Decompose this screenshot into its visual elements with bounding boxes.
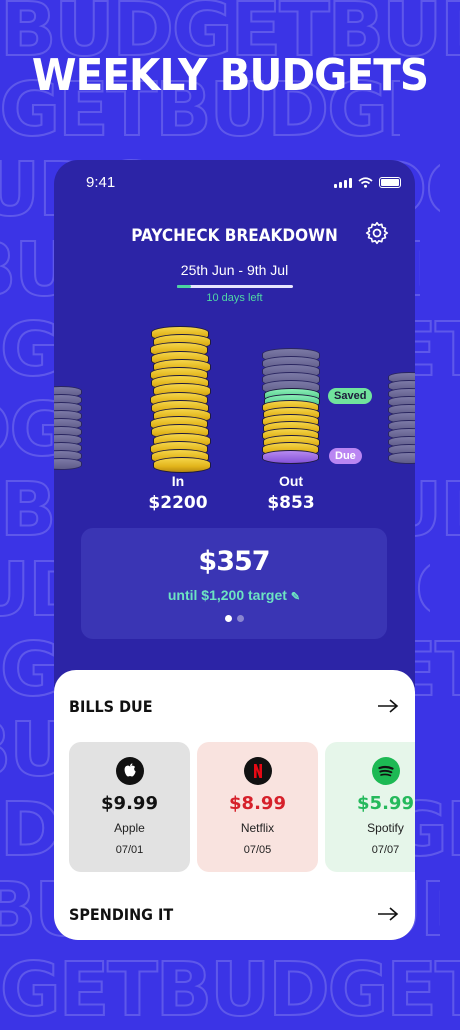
bottom-sheet: BILLS DUE $9.99 Apple 07/01 $8.99 Netfli… — [54, 670, 415, 940]
period-progress-bar — [177, 285, 293, 288]
phone-screen: 9:41 PAYCHECK BREAKDOWN 25th Jun - 9th J… — [54, 160, 415, 940]
in-amount: $2200 — [148, 493, 208, 513]
signal-icon — [334, 177, 352, 188]
apple-icon — [115, 757, 144, 785]
arrow-right-icon[interactable] — [376, 698, 400, 714]
spotify-icon — [371, 757, 400, 785]
due-badge: Due — [329, 448, 362, 464]
netflix-icon — [243, 757, 272, 785]
bills-header[interactable]: BILLS DUE — [69, 694, 400, 718]
summary-card[interactable]: $357 until $1,200 target ✎ — [81, 528, 387, 639]
in-column: In $2200 — [148, 473, 208, 513]
bill-card-spotify[interactable]: $5.99 Spotify 07/07 — [325, 742, 415, 872]
bill-price: $9.99 — [101, 793, 158, 814]
spending-header[interactable]: SPENDING IT — [69, 902, 400, 926]
target-text: until $1,200 target — [167, 587, 287, 603]
page-title: PAYCHECK BREAKDOWN — [131, 226, 338, 246]
bill-card-apple[interactable]: $9.99 Apple 07/01 — [69, 742, 190, 872]
spending-title: SPENDING IT — [69, 904, 174, 924]
page-dot[interactable] — [236, 615, 244, 622]
bills-carousel[interactable]: $9.99 Apple 07/01 $8.99 Netflix 07/05 $5… — [69, 742, 415, 872]
out-column: Out $853 — [261, 473, 321, 513]
bill-date: 07/05 — [243, 844, 272, 856]
coin-stacks: Saved Due — [54, 320, 415, 500]
saved-badge: Saved — [328, 388, 373, 404]
status-icons — [334, 177, 401, 188]
edit-icon[interactable]: ✎ — [291, 591, 300, 603]
status-bar: 9:41 — [54, 174, 415, 194]
bill-price: $8.99 — [229, 793, 286, 814]
promo-headline: WEEKLY BUDGETS — [31, 50, 429, 101]
summary-target[interactable]: until $1,200 target ✎ — [81, 587, 387, 603]
bill-date: 07/07 — [371, 844, 400, 856]
bill-card-netflix[interactable]: $8.99 Netflix 07/05 — [197, 742, 318, 872]
period-progress-fill — [177, 285, 191, 288]
coin-grey — [388, 452, 415, 464]
coin-gold — [153, 457, 211, 474]
gear-icon[interactable] — [364, 220, 390, 246]
arrow-right-icon[interactable] — [376, 906, 400, 922]
out-label: Out — [278, 473, 304, 489]
summary-amount: $357 — [198, 546, 270, 577]
out-amount: $853 — [267, 493, 315, 513]
bill-name: Apple — [114, 821, 145, 835]
page-indicator[interactable] — [81, 615, 387, 622]
days-left: 10 days left — [206, 292, 263, 304]
status-time: 9:41 — [86, 174, 116, 191]
date-range: 25th Jun - 9th Jul — [180, 262, 289, 278]
bill-price: $5.99 — [357, 793, 414, 814]
page-dot-active[interactable] — [224, 615, 232, 622]
bill-name: Spotify — [367, 821, 404, 835]
battery-icon — [379, 177, 401, 188]
bill-name: Netflix — [240, 821, 275, 835]
coin-grey — [54, 458, 82, 470]
wifi-icon — [358, 177, 373, 188]
in-label: In — [171, 473, 185, 489]
coin-due — [262, 450, 319, 464]
bill-date: 07/01 — [115, 844, 144, 856]
bills-title: BILLS DUE — [69, 696, 153, 716]
pattern-row: GETBUDGETBUDGET — [0, 950, 460, 1030]
